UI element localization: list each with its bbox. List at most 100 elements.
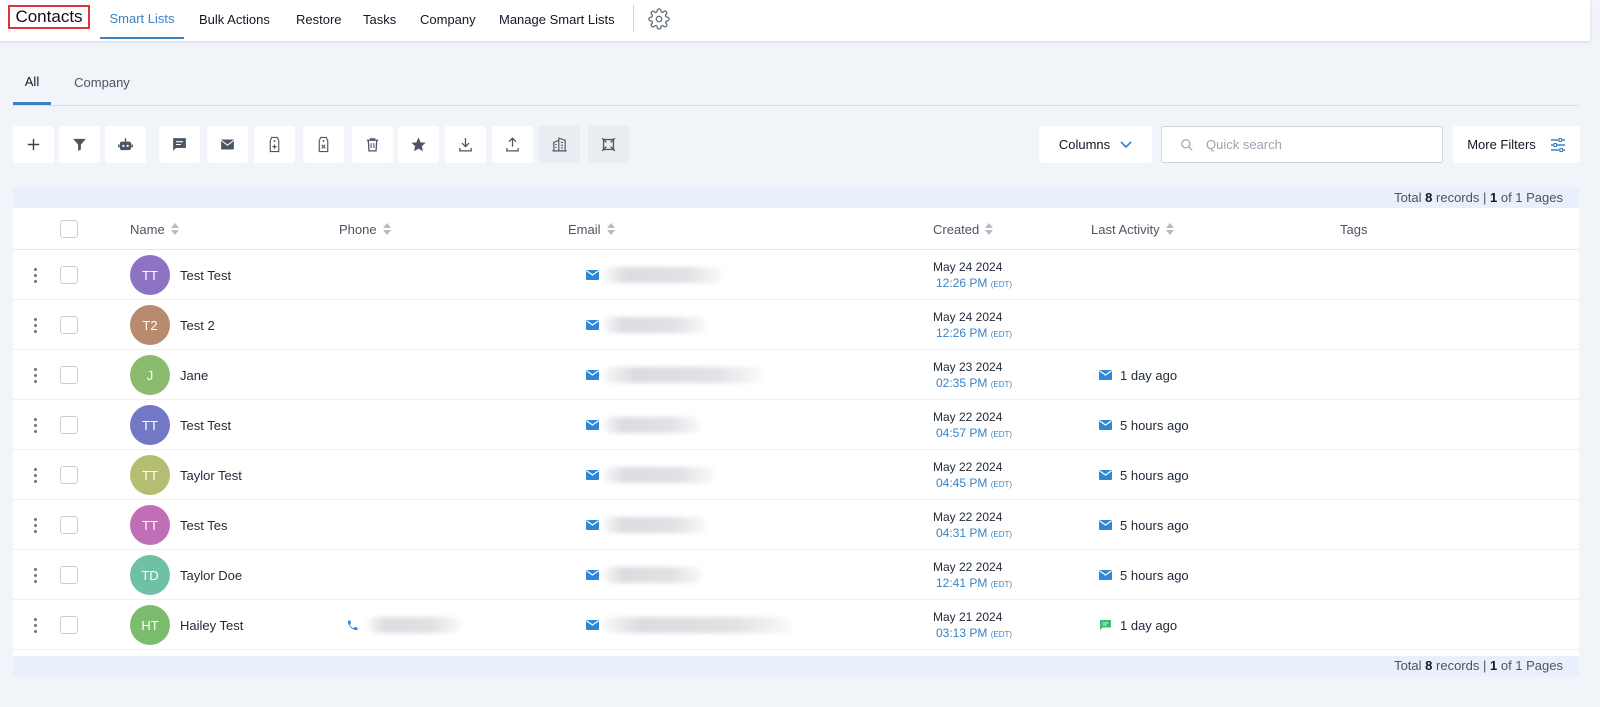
column-header-name[interactable]: Name	[130, 208, 179, 250]
email-cell[interactable]	[586, 500, 707, 550]
row-checkbox[interactable]	[60, 566, 78, 584]
import-button[interactable]	[492, 126, 533, 163]
building-icon	[552, 137, 567, 152]
send-sms-button[interactable]	[159, 126, 200, 163]
row-actions-menu[interactable]	[30, 400, 40, 450]
row-actions-menu[interactable]	[30, 600, 40, 650]
column-header-created[interactable]: Created	[933, 208, 994, 250]
tab-company[interactable]: Company	[68, 60, 136, 105]
row-actions-menu[interactable]	[30, 250, 40, 300]
pagination-pages-text: of 1 Pages	[1500, 658, 1563, 673]
add-tag-button[interactable]	[254, 126, 295, 163]
contact-name[interactable]: Test Tes	[180, 518, 227, 533]
delete-button[interactable]	[352, 126, 393, 163]
row-actions-menu[interactable]	[30, 350, 40, 400]
email-cell[interactable]	[586, 450, 715, 500]
chevron-down-icon	[1120, 140, 1132, 148]
nav-tasks[interactable]: Tasks	[363, 0, 396, 39]
send-email-button[interactable]	[207, 126, 248, 163]
phone-cell[interactable]	[346, 600, 462, 650]
row-checkbox[interactable]	[60, 516, 78, 534]
row-checkbox[interactable]	[60, 466, 78, 484]
table-row[interactable]: TD Taylor Doe May 22 2024 12:41 PM (EDT) 5 h…	[13, 550, 1579, 600]
merge-button[interactable]	[588, 126, 629, 163]
email-cell[interactable]	[586, 600, 793, 650]
table-row[interactable]: T2 Test 2 May 24 2024 12:26 PM (EDT)	[13, 300, 1579, 350]
table-row[interactable]: TT Test Tes May 22 2024 04:31 PM (EDT) 5 hou…	[13, 500, 1579, 550]
contact-name[interactable]: Taylor Doe	[180, 568, 242, 583]
add-to-company-button[interactable]	[539, 126, 580, 163]
contact-name[interactable]: Test Test	[180, 268, 231, 283]
row-checkbox[interactable]	[60, 366, 78, 384]
export-button[interactable]	[445, 126, 486, 163]
email-cell[interactable]	[586, 300, 707, 350]
contact-name[interactable]: Test Test	[180, 418, 231, 433]
nav-divider	[633, 5, 634, 32]
email-icon	[586, 470, 599, 480]
row-checkbox[interactable]	[60, 266, 78, 284]
contact-name-cell[interactable]: TT Test Test	[130, 250, 231, 300]
row-select-cell	[60, 400, 78, 450]
table-row[interactable]: TT Test Test May 22 2024 04:57 PM (EDT) 5 ho…	[13, 400, 1579, 450]
tab-all[interactable]: All	[13, 60, 51, 105]
nav-company[interactable]: Company	[420, 0, 476, 39]
table-row[interactable]: HT Hailey Test May 21 2024 03:13 PM (EDT) 1 …	[13, 600, 1579, 650]
contact-name-cell[interactable]: TT Test Tes	[130, 500, 227, 550]
row-checkbox[interactable]	[60, 316, 78, 334]
created-cell: May 22 2024 04:45 PM (EDT)	[933, 450, 1012, 500]
nav-manage-smart-lists[interactable]: Manage Smart Lists	[499, 0, 615, 39]
quick-search[interactable]	[1161, 126, 1443, 163]
row-actions-menu[interactable]	[30, 450, 40, 500]
sort-icon[interactable]	[382, 223, 391, 235]
avatar: TT	[130, 455, 170, 495]
contact-name-cell[interactable]: HT Hailey Test	[130, 600, 243, 650]
select-all-checkbox[interactable]	[60, 220, 78, 238]
columns-button[interactable]: Columns	[1039, 126, 1152, 163]
column-header-last-activity[interactable]: Last Activity	[1091, 208, 1174, 250]
sort-icon[interactable]	[606, 223, 615, 235]
table-row[interactable]: J Jane May 23 2024 02:35 PM (EDT) 1 day ago	[13, 350, 1579, 400]
created-time-value: 12:26 PM	[936, 276, 988, 290]
row-actions-menu[interactable]	[30, 500, 40, 550]
contact-name[interactable]: Taylor Test	[180, 468, 242, 483]
filter-button[interactable]	[59, 126, 100, 163]
row-actions-menu[interactable]	[30, 300, 40, 350]
contact-name-cell[interactable]: TT Taylor Test	[130, 450, 242, 500]
column-header-phone[interactable]: Phone	[339, 208, 391, 250]
timezone: (EDT)	[990, 280, 1013, 289]
more-filters-button[interactable]: More Filters	[1453, 126, 1580, 163]
row-checkbox[interactable]	[60, 616, 78, 634]
email-cell[interactable]	[586, 550, 703, 600]
workflow-button[interactable]	[105, 126, 146, 163]
row-actions-menu[interactable]	[30, 550, 40, 600]
add-contact-button[interactable]	[13, 126, 54, 163]
avatar: TD	[130, 555, 170, 595]
created-date: May 22 2024	[933, 460, 1003, 474]
sort-icon[interactable]	[985, 223, 994, 235]
email-cell[interactable]	[586, 250, 723, 300]
table-row[interactable]: TT Taylor Test May 22 2024 04:45 PM (EDT) 5 …	[13, 450, 1579, 500]
nav-restore[interactable]: Restore	[296, 0, 342, 39]
sort-icon[interactable]	[1165, 223, 1174, 235]
contact-name-cell[interactable]: TT Test Test	[130, 400, 231, 450]
row-select-cell	[60, 350, 78, 400]
column-header-email[interactable]: Email	[568, 208, 615, 250]
gear-icon[interactable]	[648, 8, 670, 30]
nav-smart-lists[interactable]: Smart Lists	[100, 0, 184, 39]
email-cell[interactable]	[586, 350, 763, 400]
contact-name-cell[interactable]: T2 Test 2	[130, 300, 215, 350]
contact-name[interactable]: Hailey Test	[180, 618, 243, 633]
review-button[interactable]	[398, 126, 439, 163]
table-row[interactable]: TT Test Test May 24 2024 12:26 PM (EDT)	[13, 250, 1579, 300]
sort-icon[interactable]	[170, 223, 179, 235]
contact-name-cell[interactable]: TD Taylor Doe	[130, 550, 242, 600]
email-cell[interactable]	[586, 400, 701, 450]
row-checkbox[interactable]	[60, 416, 78, 434]
contact-name[interactable]: Jane	[180, 368, 208, 383]
contact-name-cell[interactable]: J Jane	[130, 350, 208, 400]
record-count: 8	[1425, 658, 1433, 673]
contact-name[interactable]: Test 2	[180, 318, 215, 333]
search-input[interactable]	[1206, 137, 1426, 152]
remove-tag-button[interactable]	[303, 126, 344, 163]
nav-bulk-actions[interactable]: Bulk Actions	[199, 0, 270, 39]
